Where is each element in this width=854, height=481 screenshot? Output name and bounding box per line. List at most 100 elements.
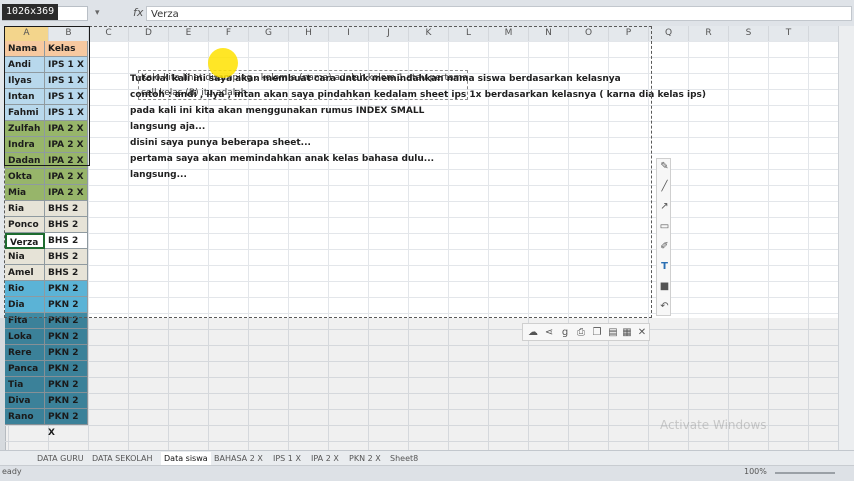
- column-header-e[interactable]: E: [169, 26, 209, 41]
- cell-kelas[interactable]: BHS 2 X: [45, 201, 88, 230]
- cell-kelas[interactable]: PKN 2 X: [45, 361, 88, 390]
- cell-kelas[interactable]: Kelas: [45, 41, 88, 57]
- cell-kelas[interactable]: IPS 1 X: [45, 89, 88, 105]
- cell-nama[interactable]: Nia: [5, 249, 45, 265]
- sheet-tab[interactable]: DATA GURU: [37, 452, 84, 465]
- column-header-k[interactable]: K: [409, 26, 449, 41]
- zoom-slider[interactable]: [775, 472, 835, 474]
- cell-nama[interactable]: Panca: [5, 361, 45, 377]
- formula-input[interactable]: Verza: [146, 6, 852, 21]
- cell-kelas[interactable]: BHS 2 X: [45, 233, 88, 262]
- column-header-q[interactable]: Q: [649, 26, 689, 41]
- cell-nama[interactable]: Ria: [5, 201, 45, 217]
- cell-kelas[interactable]: IPA 2 X: [45, 137, 88, 153]
- column-header-h[interactable]: H: [289, 26, 329, 41]
- pencil-icon[interactable]: ✎: [659, 161, 670, 173]
- cell-kelas[interactable]: PKN 2 X: [45, 345, 88, 374]
- marker-icon[interactable]: ✐: [659, 241, 670, 253]
- cell-kelas[interactable]: PKN 2 X: [45, 313, 88, 342]
- color-icon[interactable]: ■: [659, 281, 670, 293]
- cell-nama[interactable]: Rio: [5, 281, 45, 297]
- cell-kelas[interactable]: BHS 2 X: [45, 265, 88, 294]
- cell-nama[interactable]: Ilyas: [5, 73, 45, 89]
- cell-kelas[interactable]: IPS 1 X: [45, 57, 88, 73]
- cell-kelas[interactable]: BHS 2 X: [45, 249, 88, 278]
- cell-nama[interactable]: Verza: [5, 233, 45, 249]
- column-header-d[interactable]: D: [129, 26, 169, 41]
- cell-kelas[interactable]: IPA 2 X: [45, 185, 88, 201]
- chevron-down-icon[interactable]: ▾: [95, 8, 100, 18]
- cell-kelas[interactable]: PKN 2 X: [45, 409, 88, 438]
- upload-cloud-icon[interactable]: ☁: [526, 326, 540, 339]
- cell-nama[interactable]: Mia: [5, 185, 45, 201]
- sheet-tab[interactable]: Sheet8: [390, 452, 418, 465]
- cell-kelas[interactable]: PKN 2 X: [45, 281, 88, 310]
- cell-kelas[interactable]: IPS 1 X: [45, 73, 88, 89]
- cell-nama[interactable]: Loka: [5, 329, 45, 345]
- save-icon[interactable]: ▤: [606, 326, 620, 339]
- line-icon[interactable]: ╱: [659, 181, 670, 193]
- cell-kelas[interactable]: PKN 2 X: [45, 377, 88, 406]
- sheet-tab[interactable]: DATA SEKOLAH: [92, 452, 153, 465]
- cell-nama[interactable]: Andi: [5, 57, 45, 73]
- cell-kelas[interactable]: IPA 2 X: [45, 169, 88, 185]
- sheet-tab[interactable]: BAHASA 2 X: [214, 452, 263, 465]
- cell-kelas[interactable]: IPS 1 X: [45, 105, 88, 121]
- sheet-tab[interactable]: IPA 2 X: [311, 452, 339, 465]
- cell-kelas[interactable]: IPA 2 X: [45, 153, 88, 169]
- cell-nama[interactable]: Rano: [5, 409, 45, 425]
- column-header-s[interactable]: S: [729, 26, 769, 41]
- cell-nama[interactable]: Indra: [5, 137, 45, 153]
- cell-nama[interactable]: Okta: [5, 169, 45, 185]
- sheet-tab-bar: DATA GURU DATA SEKOLAH Data siswa BAHASA 2 …: [0, 450, 854, 466]
- column-header-i[interactable]: I: [329, 26, 369, 41]
- column-header-a[interactable]: A: [5, 26, 49, 41]
- print-icon[interactable]: ⎙: [574, 326, 588, 339]
- cell-kelas[interactable]: BHS 2 X: [45, 217, 88, 246]
- column-header-m[interactable]: M: [489, 26, 529, 41]
- vertical-scrollbar[interactable]: [838, 26, 854, 450]
- cell-nama[interactable]: Amel: [5, 265, 45, 281]
- column-header-n[interactable]: N: [529, 26, 569, 41]
- cell-nama[interactable]: Diva: [5, 393, 45, 409]
- column-header-g[interactable]: G: [249, 26, 289, 41]
- cell-kelas[interactable]: PKN 2 X: [45, 393, 88, 422]
- cell-area[interactable]: [5, 41, 838, 450]
- arrow-icon[interactable]: ↗: [659, 201, 670, 213]
- column-header-t[interactable]: T: [769, 26, 809, 41]
- sheet-tab[interactable]: PKN 2 X: [349, 452, 381, 465]
- cell-nama[interactable]: Ponco: [5, 217, 45, 233]
- cell-nama[interactable]: Rere: [5, 345, 45, 361]
- text-icon[interactable]: T: [659, 261, 670, 273]
- cell-nama[interactable]: Nama: [5, 41, 45, 57]
- column-header-o[interactable]: O: [569, 26, 609, 41]
- share-icon[interactable]: ⋖: [542, 326, 556, 339]
- cell-nama[interactable]: Intan: [5, 89, 45, 105]
- google-icon[interactable]: g: [558, 326, 572, 339]
- cell-nama[interactable]: Fita: [5, 313, 45, 329]
- cell-nama[interactable]: Zulfah: [5, 121, 45, 137]
- column-header-f[interactable]: F: [209, 26, 249, 41]
- cell-kelas[interactable]: IPA 2 X: [45, 121, 88, 137]
- column-header-j[interactable]: J: [369, 26, 409, 41]
- column-header-c[interactable]: C: [89, 26, 129, 41]
- function-icon[interactable]: fx: [133, 6, 143, 19]
- sheet-tab[interactable]: Data siswa: [161, 452, 211, 465]
- cell-nama[interactable]: Tia: [5, 377, 45, 393]
- column-header-p[interactable]: P: [609, 26, 649, 41]
- close-icon[interactable]: ✕: [635, 326, 649, 339]
- column-header-b[interactable]: B: [49, 26, 89, 41]
- cell-nama[interactable]: Dadan: [5, 153, 45, 169]
- save-as-icon[interactable]: ▦: [620, 326, 634, 339]
- cell-kelas[interactable]: PKN 2 X: [45, 297, 88, 326]
- undo-icon[interactable]: ↶: [659, 301, 670, 313]
- column-header-r[interactable]: R: [689, 26, 729, 41]
- cell-kelas[interactable]: PKN 2 X: [45, 329, 88, 358]
- rectangle-icon[interactable]: ▭: [659, 221, 670, 233]
- cell-nama[interactable]: Dia: [5, 297, 45, 313]
- sheet-tab[interactable]: IPS 1 X: [273, 452, 301, 465]
- cell-nama[interactable]: Fahmi: [5, 105, 45, 121]
- copy-icon[interactable]: ❐: [590, 326, 604, 339]
- column-header-l[interactable]: L: [449, 26, 489, 41]
- spreadsheet-grid[interactable]: ABCDEFGHIJKLMNOPQRST Kalo kita lihat dis…: [0, 26, 838, 450]
